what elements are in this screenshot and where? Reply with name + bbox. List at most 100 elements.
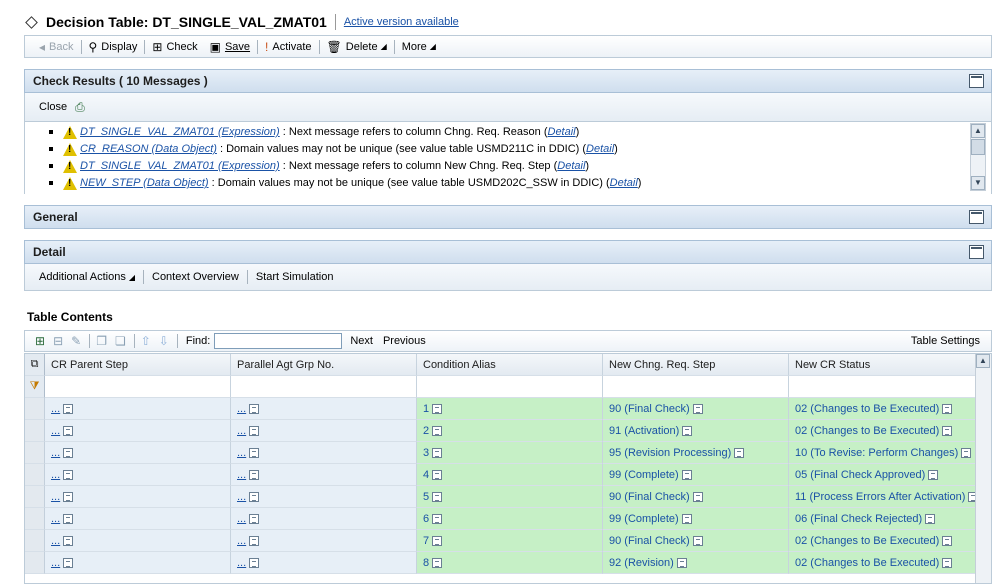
condition-alias-cell[interactable]: 5	[417, 486, 603, 508]
scroll-up-icon[interactable]: ▲	[976, 354, 990, 368]
new-step-cell[interactable]: 95 (Revision Processing)	[603, 442, 789, 464]
condition-alias-cell[interactable]: 7	[417, 530, 603, 552]
collapse-panel-icon[interactable]	[969, 74, 984, 88]
value-help-icon[interactable]	[63, 425, 74, 436]
value-help-icon[interactable]	[249, 447, 260, 458]
value-help-icon[interactable]	[249, 403, 260, 414]
filter-cell[interactable]	[231, 376, 417, 398]
start-simulation-button[interactable]: Start Simulation	[248, 271, 342, 283]
value-help-icon[interactable]	[928, 469, 939, 480]
new-status-cell[interactable]: 05 (Final Check Approved)	[789, 464, 977, 486]
row-selector[interactable]	[25, 398, 45, 420]
new-step-cell[interactable]: 99 (Complete)	[603, 508, 789, 530]
filter-cell[interactable]	[789, 376, 977, 398]
table-settings-button[interactable]: Table Settings	[911, 335, 980, 347]
column-header[interactable]: Condition Alias	[417, 354, 603, 376]
cr-parent-step-cell[interactable]: ...	[45, 398, 231, 420]
cr-parent-step-cell[interactable]: ...	[45, 552, 231, 574]
display-button[interactable]: ⚲ Display	[83, 37, 144, 56]
value-help-icon[interactable]	[249, 535, 260, 546]
delete-button[interactable]: 🗑 Delete ◢	[321, 37, 393, 56]
cr-parent-step-cell[interactable]: ...	[45, 464, 231, 486]
value-help-icon[interactable]	[63, 403, 74, 414]
row-selector[interactable]	[25, 530, 45, 552]
table-scrollbar[interactable]: ▲	[975, 354, 991, 583]
copy-icon[interactable]: ❐	[96, 334, 107, 348]
value-help-icon[interactable]	[942, 425, 953, 436]
value-help-icon[interactable]	[63, 469, 74, 480]
value-help-icon[interactable]	[692, 535, 703, 546]
activate-button[interactable]: ǃ Activate	[259, 37, 317, 56]
find-input[interactable]	[214, 333, 343, 349]
new-step-cell[interactable]: 90 (Final Check)	[603, 530, 789, 552]
value-help-icon[interactable]	[249, 491, 260, 502]
active-version-link[interactable]: Active version available	[344, 16, 459, 28]
agt-grp-cell[interactable]: ...	[231, 530, 417, 552]
new-step-cell[interactable]: 91 (Activation)	[603, 420, 789, 442]
edit-pencil-icon[interactable]: ✎	[71, 334, 81, 348]
value-help-icon[interactable]	[432, 447, 443, 458]
value-help-icon[interactable]	[432, 557, 443, 568]
collapse-panel-icon[interactable]	[969, 210, 984, 224]
agt-grp-cell[interactable]: ...	[231, 464, 417, 486]
message-object-link[interactable]: DT_SINGLE_VAL_ZMAT01 (Expression)	[80, 160, 280, 172]
value-help-icon[interactable]	[942, 403, 953, 414]
condition-alias-cell[interactable]: 4	[417, 464, 603, 486]
check-button[interactable]: ⊞ Check	[146, 37, 203, 56]
move-up-icon[interactable]: ⇧	[141, 334, 151, 348]
more-button[interactable]: More ◢	[396, 37, 442, 56]
scroll-thumb[interactable]	[971, 139, 985, 155]
row-selector[interactable]	[25, 508, 45, 530]
agt-grp-cell[interactable]: ...	[231, 442, 417, 464]
select-all-icon[interactable]: ⧉	[25, 354, 45, 376]
value-help-icon[interactable]	[249, 469, 260, 480]
value-help-icon[interactable]	[734, 447, 745, 458]
condition-alias-cell[interactable]: 6	[417, 508, 603, 530]
value-help-icon[interactable]	[961, 447, 972, 458]
condition-alias-cell[interactable]: 2	[417, 420, 603, 442]
collapse-panel-icon[interactable]	[969, 245, 984, 259]
value-help-icon[interactable]	[63, 557, 74, 568]
value-help-icon[interactable]	[942, 535, 953, 546]
value-help-icon[interactable]	[942, 557, 953, 568]
find-next-button[interactable]: Next	[350, 335, 373, 347]
value-help-icon[interactable]	[63, 513, 74, 524]
message-detail-link[interactable]: Detail	[610, 177, 638, 189]
column-header[interactable]: CR Parent Step	[45, 354, 231, 376]
column-header[interactable]: New Chng. Req. Step	[603, 354, 789, 376]
row-selector[interactable]	[25, 552, 45, 574]
paste-icon[interactable]: ❏	[115, 334, 126, 348]
column-header[interactable]: New CR Status	[789, 354, 977, 376]
row-selector[interactable]	[25, 486, 45, 508]
new-status-cell[interactable]: 06 (Final Check Rejected)	[789, 508, 977, 530]
message-object-link[interactable]: DT_SINGLE_VAL_ZMAT01 (Expression)	[80, 126, 280, 138]
export-messages-icon[interactable]: ⎙	[75, 100, 85, 115]
value-help-icon[interactable]	[249, 425, 260, 436]
cr-parent-step-cell[interactable]: ...	[45, 486, 231, 508]
value-help-icon[interactable]	[432, 469, 443, 480]
move-down-icon[interactable]: ⇩	[159, 334, 169, 348]
new-step-cell[interactable]: 90 (Final Check)	[603, 486, 789, 508]
value-help-icon[interactable]	[63, 447, 74, 458]
cr-parent-step-cell[interactable]: ...	[45, 508, 231, 530]
new-step-cell[interactable]: 90 (Final Check)	[603, 398, 789, 420]
scroll-up-icon[interactable]: ▲	[971, 124, 985, 138]
message-object-link[interactable]: CR_REASON (Data Object)	[80, 143, 217, 155]
messages-scrollbar[interactable]: ▲ ▼	[970, 123, 986, 191]
filter-icon[interactable]: ⧩	[25, 376, 45, 398]
new-status-cell[interactable]: 11 (Process Errors After Activation)	[789, 486, 977, 508]
value-help-icon[interactable]	[432, 513, 443, 524]
value-help-icon[interactable]	[249, 557, 260, 568]
value-help-icon[interactable]	[249, 513, 260, 524]
filter-cell[interactable]	[417, 376, 603, 398]
new-step-cell[interactable]: 99 (Complete)	[603, 464, 789, 486]
agt-grp-cell[interactable]: ...	[231, 486, 417, 508]
new-step-cell[interactable]: 92 (Revision)	[603, 552, 789, 574]
agt-grp-cell[interactable]: ...	[231, 398, 417, 420]
message-detail-link[interactable]: Detail	[548, 126, 576, 138]
message-detail-link[interactable]: Detail	[586, 143, 614, 155]
additional-actions-menu[interactable]: Additional Actions ◢	[39, 271, 143, 283]
message-detail-link[interactable]: Detail	[557, 160, 585, 172]
message-object-link[interactable]: NEW_STEP (Data Object)	[80, 177, 209, 189]
cr-parent-step-cell[interactable]: ...	[45, 530, 231, 552]
